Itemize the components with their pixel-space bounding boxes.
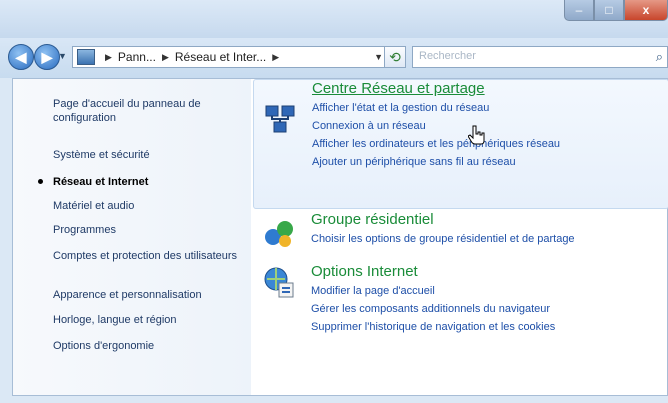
arrow-left-icon: ◀ <box>15 48 27 65</box>
address-dropdown-icon[interactable]: ▼ <box>374 52 383 62</box>
sidebar-item-home[interactable]: Page d'accueil du panneau de configurati… <box>53 97 243 125</box>
search-placeholder: Rechercher <box>419 50 476 62</box>
breadcrumb-separator-icon: ▶ <box>105 51 112 62</box>
hand-cursor-icon <box>468 125 485 145</box>
sidebar-item-accounts[interactable]: Comptes et protection des utilisateurs <box>53 249 243 263</box>
sidebar-item-network[interactable]: Réseau et Internet <box>38 175 243 189</box>
homegroup-icon <box>265 221 293 247</box>
link-add-wireless[interactable]: Ajouter un périphérique sans fil au rése… <box>312 156 516 168</box>
recent-pages-dropdown[interactable]: ▼ <box>58 51 67 61</box>
link-manage-addons[interactable]: Gérer les composants additionnels du nav… <box>311 303 550 315</box>
breadcrumb-item[interactable]: Réseau et Inter... <box>175 50 266 64</box>
link-delete-history[interactable]: Supprimer l'historique de navigation et … <box>311 321 555 333</box>
main-panel: Centre Réseau et partage Afficher l'état… <box>253 79 668 395</box>
link-connect-network[interactable]: Connexion à un réseau <box>312 120 426 132</box>
breadcrumb[interactable]: ▶ Pann... ▶ Réseau et Inter... ▶ ▼ <box>72 46 390 68</box>
refresh-button[interactable]: ⟲ <box>384 46 406 68</box>
sidebar-item-security[interactable]: Système et sécurité <box>53 148 243 162</box>
control-panel-icon <box>77 49 95 65</box>
internet-options-title[interactable]: Options Internet <box>311 263 418 280</box>
minimize-button[interactable]: – <box>564 0 594 21</box>
breadcrumb-separator-icon: ▶ <box>272 51 280 62</box>
maximize-icon: □ <box>605 3 613 17</box>
sidebar-item-appearance[interactable]: Apparence et personnalisation <box>53 288 243 302</box>
sidebar-item-label: Réseau et Internet <box>53 176 149 188</box>
minimize-icon: – <box>575 3 583 17</box>
arrow-right-icon: ▶ <box>41 48 53 65</box>
sidebar-item-hardware[interactable]: Matériel et audio <box>53 199 243 213</box>
link-view-devices[interactable]: Afficher les ordinateurs et les périphér… <box>312 138 560 150</box>
breadcrumb-separator-icon: ▶ <box>161 51 169 62</box>
network-center-title[interactable]: Centre Réseau et partage <box>312 80 485 97</box>
window-controls: – □ x <box>564 0 668 24</box>
breadcrumb-item[interactable]: Pann... <box>118 50 156 64</box>
active-bullet-icon <box>38 179 43 184</box>
search-icon[interactable]: ⌕ <box>656 49 663 65</box>
maximize-button[interactable]: □ <box>594 0 624 21</box>
sidebar-item-clock[interactable]: Horloge, langue et région <box>53 313 243 327</box>
refresh-icon: ⟲ <box>389 48 401 65</box>
control-panel-window: – □ x ◀ ▶ ▼ ▶ Pann... ▶ Réseau et Inter.… <box>0 0 668 403</box>
search-box[interactable]: Rechercher ⌕ <box>412 46 668 68</box>
forward-button[interactable]: ▶ <box>34 44 60 70</box>
homegroup-title[interactable]: Groupe résidentiel <box>311 211 434 228</box>
section-network-center: Centre Réseau et partage Afficher l'état… <box>253 79 668 209</box>
link-network-status[interactable]: Afficher l'état et la gestion du réseau <box>312 102 489 114</box>
link-homegroup-options[interactable]: Choisir les options de groupe résidentie… <box>311 233 575 245</box>
internet-options-icon <box>264 267 294 298</box>
link-change-homepage[interactable]: Modifier la page d'accueil <box>311 285 435 297</box>
title-bar: – □ x <box>0 0 668 38</box>
sidebar: Page d'accueil du panneau de configurati… <box>13 79 251 395</box>
sidebar-item-ergonomics[interactable]: Options d'ergonomie <box>53 339 243 353</box>
content-area: Page d'accueil du panneau de configurati… <box>12 78 668 396</box>
address-bar: ◀ ▶ ▼ ▶ Pann... ▶ Réseau et Inter... ▶ ▼… <box>0 38 668 78</box>
back-button[interactable]: ◀ <box>8 44 34 70</box>
network-icon <box>265 105 295 133</box>
close-icon: x <box>642 3 650 17</box>
close-button[interactable]: x <box>624 0 668 21</box>
sidebar-item-programs[interactable]: Programmes <box>53 223 243 237</box>
